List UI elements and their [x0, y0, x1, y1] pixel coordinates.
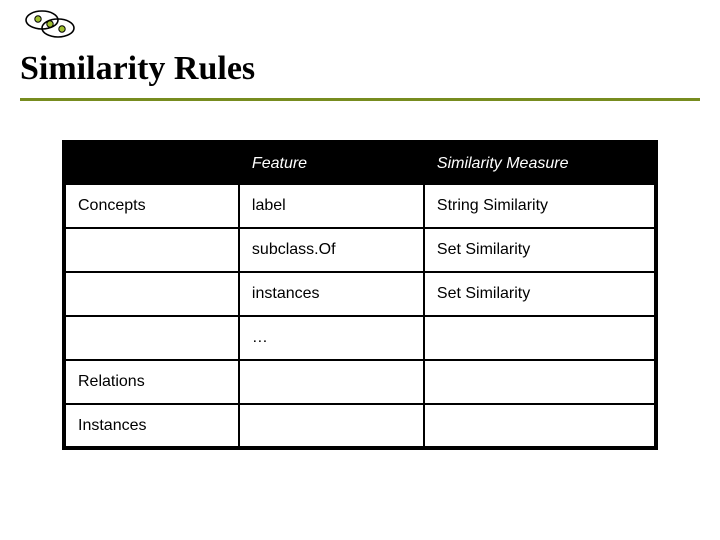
table-row: Concepts label String Similarity [64, 184, 656, 228]
table-row: subclass.Of Set Similarity [64, 228, 656, 272]
header-measure: Similarity Measure [424, 142, 656, 184]
table-row: Instances [64, 404, 656, 448]
cell-entity: Concepts [64, 184, 239, 228]
cell-measure [424, 360, 656, 404]
cell-entity: Relations [64, 360, 239, 404]
cell-feature [239, 360, 424, 404]
cell-feature: label [239, 184, 424, 228]
cell-feature: subclass.Of [239, 228, 424, 272]
cell-feature [239, 404, 424, 448]
cell-measure: String Similarity [424, 184, 656, 228]
table-row: instances Set Similarity [64, 272, 656, 316]
cell-entity: Instances [64, 404, 239, 448]
logo-icon [22, 8, 78, 40]
cell-entity [64, 316, 239, 360]
cell-measure: Set Similarity [424, 272, 656, 316]
similarity-table: Feature Similarity Measure Concepts labe… [62, 140, 658, 450]
cell-measure [424, 316, 656, 360]
title-underline [20, 98, 700, 101]
cell-measure [424, 404, 656, 448]
cell-feature: … [239, 316, 424, 360]
header-entity [64, 142, 239, 184]
cell-entity [64, 272, 239, 316]
cell-feature: instances [239, 272, 424, 316]
cell-entity [64, 228, 239, 272]
table-row: Relations [64, 360, 656, 404]
slide-title: Similarity Rules [20, 50, 255, 88]
header-feature: Feature [239, 142, 424, 184]
cell-measure: Set Similarity [424, 228, 656, 272]
table-header-row: Feature Similarity Measure [64, 142, 656, 184]
table-row: … [64, 316, 656, 360]
